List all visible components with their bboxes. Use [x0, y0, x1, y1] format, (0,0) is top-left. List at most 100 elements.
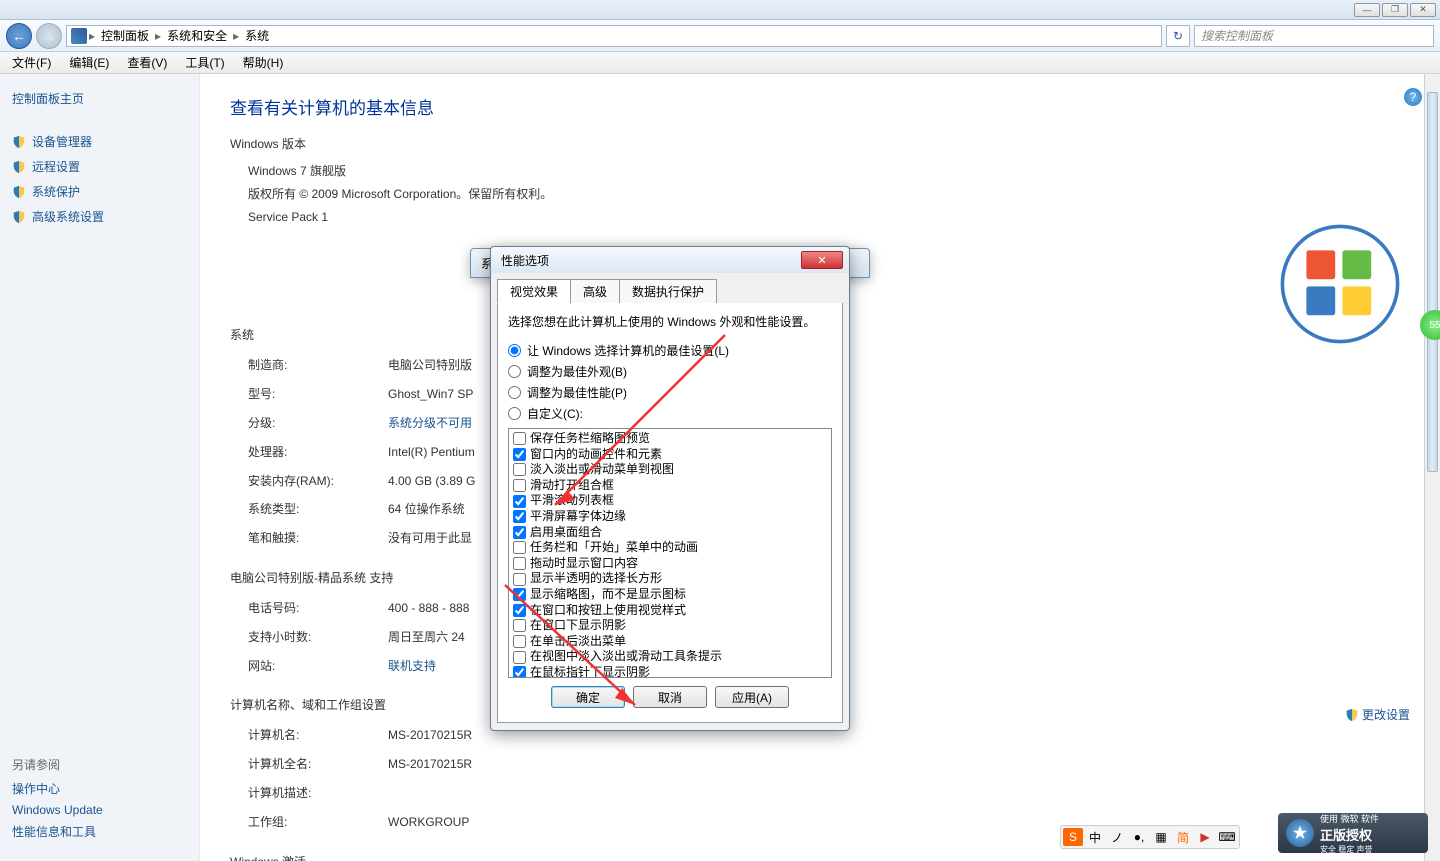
checkbox[interactable] — [513, 588, 526, 601]
ime-lang-button[interactable]: 中 — [1085, 828, 1105, 846]
checkbox-label: 在窗口下显示阴影 — [530, 618, 626, 634]
nav-back-button[interactable]: ← — [6, 23, 32, 49]
radio-best-performance[interactable]: 调整为最佳性能(P) — [508, 382, 832, 403]
link-windows-update[interactable]: Windows Update — [12, 800, 103, 820]
breadcrumb-item[interactable]: 系统 — [241, 25, 273, 46]
ime-simplified-button[interactable]: 简 — [1173, 828, 1193, 846]
checkbox[interactable] — [513, 573, 526, 586]
menu-file[interactable]: 文件(F) — [4, 52, 59, 73]
genuine-windows-badge[interactable]: 使用 微软 软件 正版授权 安全 稳定 声誉 — [1278, 813, 1428, 853]
link-action-center[interactable]: 操作中心 — [12, 777, 103, 800]
dialog-titlebar[interactable]: 性能选项 ✕ — [491, 247, 849, 273]
checkbox[interactable] — [513, 432, 526, 445]
radio-label: 调整为最佳性能(P) — [527, 384, 627, 401]
cancel-button[interactable]: 取消 — [633, 686, 707, 708]
ime-logo-icon[interactable]: S — [1063, 828, 1083, 846]
refresh-button[interactable]: ↻ — [1166, 25, 1190, 47]
radio-custom[interactable]: 自定义(C): — [508, 403, 832, 424]
menu-view[interactable]: 查看(V) — [119, 52, 175, 73]
sidebar-advanced-settings[interactable]: 高级系统设置 — [12, 204, 187, 229]
checkbox[interactable] — [513, 510, 526, 523]
shield-icon — [12, 210, 26, 224]
search-input[interactable]: 搜索控制面板 — [1194, 25, 1434, 47]
change-settings-link[interactable]: 更改设置 — [1345, 706, 1410, 723]
visual-effect-item[interactable]: 滑动打开组合框 — [511, 478, 829, 494]
minimize-button[interactable]: — — [1354, 3, 1380, 17]
close-button[interactable]: ✕ — [1410, 3, 1436, 17]
radio-best-appearance[interactable]: 调整为最佳外观(B) — [508, 361, 832, 382]
radio-let-windows[interactable]: 让 Windows 选择计算机的最佳设置(L) — [508, 340, 832, 361]
checkbox[interactable] — [513, 651, 526, 664]
checkbox[interactable] — [513, 619, 526, 632]
value-manufacturer: 电脑公司特别版 — [388, 354, 472, 377]
sidebar-system-protection[interactable]: 系统保护 — [12, 179, 187, 204]
nav-forward-button[interactable]: → — [36, 23, 62, 49]
breadcrumb-item[interactable]: 系统和安全 — [163, 25, 231, 46]
checkbox[interactable] — [513, 541, 526, 554]
tab-dep[interactable]: 数据执行保护 — [619, 279, 717, 304]
sidebar-remote-settings[interactable]: 远程设置 — [12, 154, 187, 179]
value-website[interactable]: 联机支持 — [388, 655, 436, 678]
visual-effect-item[interactable]: 在窗口下显示阴影 — [511, 618, 829, 634]
visual-effect-item[interactable]: 任务栏和「开始」菜单中的动画 — [511, 540, 829, 556]
link-performance-tools[interactable]: 性能信息和工具 — [12, 820, 103, 843]
menu-tools[interactable]: 工具(T) — [177, 52, 232, 73]
visual-effect-item[interactable]: 显示半透明的选择长方形 — [511, 571, 829, 587]
tab-visual-effects[interactable]: 视觉效果 — [497, 279, 571, 304]
visual-effect-item[interactable]: 在窗口和按钮上使用视觉样式 — [511, 603, 829, 619]
visual-effects-list[interactable]: 保存任务栏缩略图预览窗口内的动画控件和元素淡入淡出或滑动菜单到视图滑动打开组合框… — [508, 428, 832, 678]
ok-button[interactable]: 确定 — [551, 686, 625, 708]
menu-help[interactable]: 帮助(H) — [235, 52, 292, 73]
dialog-button-row: 确定 取消 应用(A) — [508, 678, 832, 712]
dialog-tabs: 视觉效果 高级 数据执行保护 — [491, 273, 849, 304]
checkbox[interactable] — [513, 463, 526, 476]
ime-record-button[interactable]: ▶ — [1195, 828, 1215, 846]
visual-effect-item[interactable]: 保存任务栏缩略图预览 — [511, 431, 829, 447]
ime-half-button[interactable]: ●, — [1129, 828, 1149, 846]
sidebar-item-label: 设备管理器 — [32, 133, 92, 150]
ime-grid-button[interactable]: ▦ — [1151, 828, 1171, 846]
visual-effect-item[interactable]: 窗口内的动画控件和元素 — [511, 447, 829, 463]
sidebar-device-manager[interactable]: 设备管理器 — [12, 129, 187, 154]
shield-icon — [12, 135, 26, 149]
ime-punct-button[interactable]: ノ — [1107, 828, 1127, 846]
value-phone: 400 - 888 - 888 — [388, 597, 469, 620]
sidebar-home-link[interactable]: 控制面板主页 — [12, 90, 187, 107]
visual-effect-item[interactable]: 拖动时显示窗口内容 — [511, 556, 829, 572]
service-pack: Service Pack 1 — [248, 206, 1410, 229]
apply-button[interactable]: 应用(A) — [715, 686, 789, 708]
checkbox-label: 在单击后淡出菜单 — [530, 634, 626, 650]
menu-edit[interactable]: 编辑(E) — [61, 52, 117, 73]
checkbox[interactable] — [513, 604, 526, 617]
visual-effect-item[interactable]: 在视图中淡入淡出或滑动工具条提示 — [511, 649, 829, 665]
checkbox[interactable] — [513, 495, 526, 508]
checkbox[interactable] — [513, 526, 526, 539]
dialog-close-button[interactable]: ✕ — [801, 251, 843, 269]
checkbox[interactable] — [513, 479, 526, 492]
visual-effect-item[interactable]: 平滑屏幕字体边缘 — [511, 509, 829, 525]
radio-label: 调整为最佳外观(B) — [527, 363, 627, 380]
checkbox[interactable] — [513, 557, 526, 570]
section-windows-version: Windows 版本 — [230, 135, 1410, 152]
visual-effect-item[interactable]: 启用桌面组合 — [511, 525, 829, 541]
breadcrumb[interactable]: ▸ 控制面板 ▸ 系统和安全 ▸ 系统 — [66, 25, 1162, 47]
value-processor: Intel(R) Pentium — [388, 441, 475, 464]
visual-effect-item[interactable]: 在单击后淡出菜单 — [511, 634, 829, 650]
visual-effect-item[interactable]: 在鼠标指针下显示阴影 — [511, 665, 829, 678]
visual-effect-item[interactable]: 平滑滚动列表框 — [511, 493, 829, 509]
ime-toolbar[interactable]: S 中 ノ ●, ▦ 简 ▶ ⌨ — [1060, 825, 1240, 849]
scrollbar-thumb[interactable] — [1427, 92, 1438, 472]
ime-keyboard-icon[interactable]: ⌨ — [1217, 828, 1237, 846]
visual-effect-item[interactable]: 淡入淡出或滑动菜单到视图 — [511, 462, 829, 478]
help-icon[interactable]: ? — [1404, 88, 1422, 106]
checkbox[interactable] — [513, 666, 526, 678]
checkbox[interactable] — [513, 635, 526, 648]
value-rating[interactable]: 系统分级不可用 — [388, 412, 472, 435]
tab-advanced[interactable]: 高级 — [570, 279, 620, 304]
value-pen-touch: 没有可用于此显 — [388, 527, 472, 550]
checkbox[interactable] — [513, 448, 526, 461]
breadcrumb-item[interactable]: 控制面板 — [97, 25, 153, 46]
visual-effect-item[interactable]: 显示缩略图，而不是显示图标 — [511, 587, 829, 603]
vertical-scrollbar[interactable] — [1424, 74, 1440, 861]
maximize-button[interactable]: ❐ — [1382, 3, 1408, 17]
